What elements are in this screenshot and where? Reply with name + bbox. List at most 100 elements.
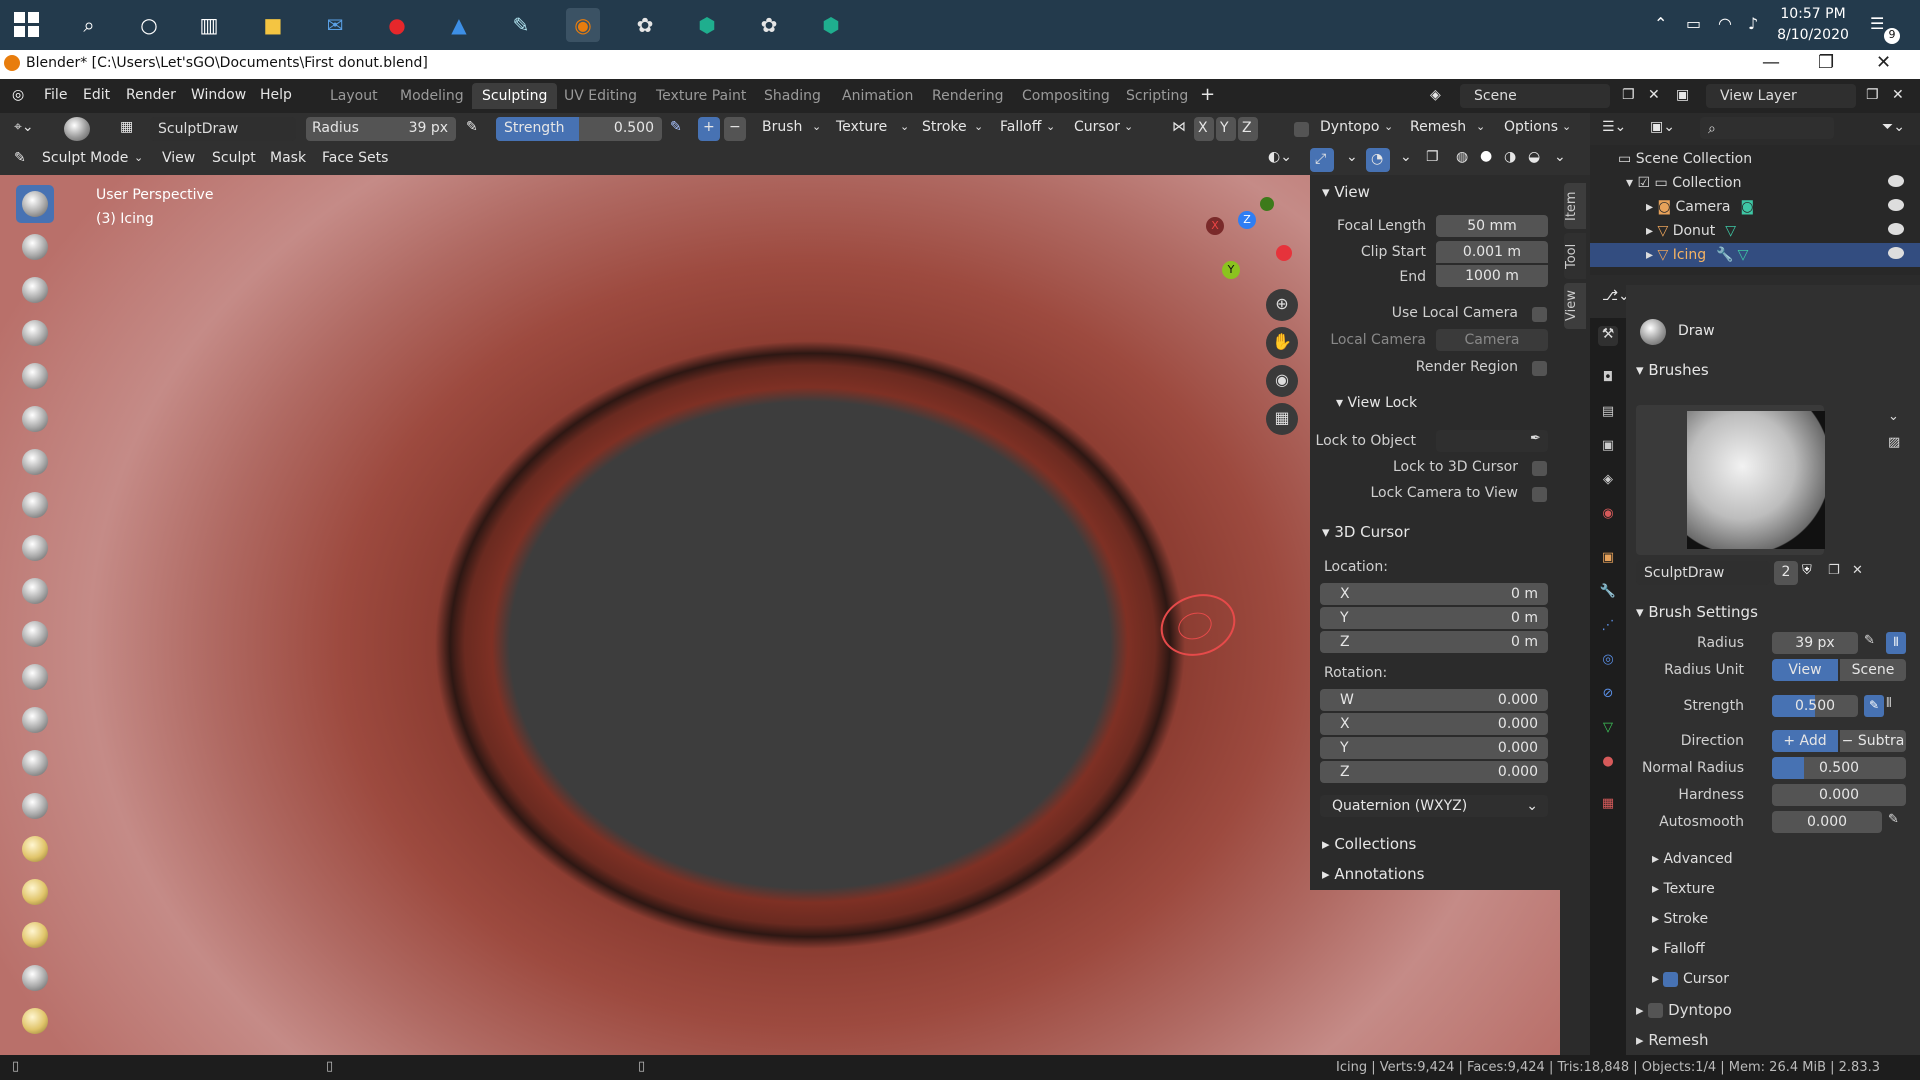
mirror-y-toggle[interactable]: Y	[1216, 117, 1236, 141]
render-tab-icon[interactable]: ◘	[1598, 370, 1618, 390]
menu-render[interactable]: Render	[126, 87, 176, 103]
mode-selector[interactable]: Sculpt Mode	[42, 150, 128, 166]
eye-icon[interactable]	[1888, 247, 1904, 259]
layer-tool[interactable]	[16, 400, 54, 438]
pan-hand-icon[interactable]: ✋	[1266, 327, 1298, 359]
clay-tool[interactable]	[16, 271, 54, 309]
menu-view[interactable]: View	[162, 150, 195, 166]
outliner-icing[interactable]: ▸ ▽ Icing 🔧 ▽	[1590, 243, 1920, 267]
cursor-location-x[interactable]: X 0 m	[1320, 583, 1548, 605]
chevron-down-icon[interactable]: ⌄	[1888, 409, 1899, 424]
remesh-menu[interactable]: Remesh	[1410, 119, 1466, 135]
outliner-collection[interactable]: ▾ ☑ ▭ Collection	[1590, 171, 1920, 195]
scene-tab-icon[interactable]: ◈	[1598, 472, 1618, 492]
tab-rendering[interactable]: Rendering	[922, 83, 1014, 109]
mirror-x-toggle[interactable]: X	[1194, 117, 1214, 141]
view-panel-header[interactable]: ▾ View	[1322, 183, 1370, 201]
tab-item[interactable]: Item	[1564, 183, 1586, 229]
scene-field[interactable]: Scene	[1460, 84, 1610, 108]
strength-pressure-icon[interactable]: ✎	[1864, 695, 1884, 717]
solid-shading-icon[interactable]: ●	[1480, 148, 1492, 164]
tab-shading[interactable]: Shading	[754, 83, 831, 109]
constraints-tab-icon[interactable]: ⊘	[1598, 686, 1618, 706]
stroke-subpanel[interactable]: ▸ Stroke	[1652, 911, 1708, 927]
particles-tab-icon[interactable]: ⋰	[1598, 618, 1618, 638]
radius-unit-scene-button[interactable]: Scene	[1840, 659, 1906, 681]
texture-subpanel[interactable]: ▸ Texture	[1652, 881, 1715, 897]
file-explorer-icon[interactable]: ■	[256, 8, 290, 42]
tab-tool[interactable]: Tool	[1564, 233, 1586, 279]
tab-uv-editing[interactable]: UV Editing	[554, 83, 647, 109]
pressure-icon[interactable]: ✎	[466, 119, 478, 135]
view-layer-field[interactable]: View Layer	[1706, 84, 1856, 108]
opera-icon[interactable]: ●	[380, 8, 414, 42]
new-scene-icon[interactable]: ❐	[1622, 87, 1635, 103]
tab-layout[interactable]: Layout	[320, 83, 388, 109]
crease-tool[interactable]	[16, 529, 54, 567]
dyntopo-panel[interactable]: ▸ Dyntopo	[1636, 1001, 1732, 1019]
cursor-location-y[interactable]: Y 0 m	[1320, 607, 1548, 629]
cursor-checkbox[interactable]	[1663, 971, 1679, 987]
camera-view-icon[interactable]: ◉	[1266, 365, 1298, 397]
grab-tool[interactable]	[16, 830, 54, 868]
tab-compositing[interactable]: Compositing	[1012, 83, 1120, 109]
pressure-icon[interactable]: ✎	[1864, 633, 1875, 648]
brushes-panel-header[interactable]: ▾ Brushes	[1636, 361, 1709, 379]
overlays-toggle-icon[interactable]: ◔	[1366, 148, 1390, 172]
world-tab-icon[interactable]: ◉	[1598, 506, 1618, 526]
dyntopo-checkbox[interactable]	[1648, 1003, 1664, 1018]
texture-menu[interactable]: Texture	[836, 119, 887, 135]
brush-browse-icon[interactable]: ▦	[120, 119, 133, 135]
draw-tool[interactable]	[16, 185, 54, 223]
duplicate-icon[interactable]: ❐	[1828, 563, 1840, 578]
radius-unit-icon[interactable]: ⦀	[1886, 632, 1906, 654]
gizmo-y-axis[interactable]: Y	[1222, 261, 1240, 279]
remesh-panel[interactable]: ▸ Remesh	[1636, 1031, 1708, 1049]
eye-icon[interactable]	[1888, 199, 1904, 211]
tab-scripting[interactable]: Scripting	[1116, 83, 1198, 109]
cursor-rotation-y[interactable]: Y 0.000	[1320, 737, 1548, 759]
annotations-panel-header[interactable]: ▸ Annotations	[1322, 865, 1424, 883]
volume-icon[interactable]: ♪	[1748, 14, 1758, 33]
minimize-button[interactable]: —	[1762, 52, 1780, 73]
pose-tool[interactable]	[16, 1002, 54, 1040]
material-shading-icon[interactable]: ◑	[1504, 149, 1516, 165]
falloff-menu[interactable]: Falloff	[1000, 119, 1041, 135]
brush-preview-box[interactable]	[1636, 405, 1825, 555]
draw-sharp-tool[interactable]	[16, 228, 54, 266]
cortana-icon[interactable]: ○	[132, 8, 166, 42]
cursor-subpanel[interactable]: ▸ Cursor	[1652, 971, 1729, 987]
eyedropper-icon[interactable]: ✒	[1530, 431, 1541, 446]
remove-scene-icon[interactable]: ✕	[1648, 87, 1660, 103]
data-tab-icon[interactable]: ▽	[1598, 720, 1618, 740]
outliner-scene-collection[interactable]: ▭ Scene Collection	[1590, 147, 1920, 171]
app-icon[interactable]: ✿	[752, 8, 786, 42]
strength-slider[interactable]: Strength 0.500	[496, 117, 662, 141]
view-lock-header[interactable]: ▾ View Lock	[1336, 395, 1417, 411]
menu-file[interactable]: File	[44, 87, 67, 103]
chevron-down-icon[interactable]: ⌄	[1400, 149, 1412, 165]
menu-help[interactable]: Help	[260, 87, 292, 103]
hardness-field[interactable]: 0.000	[1772, 784, 1906, 806]
chevron-down-icon[interactable]: ⌄	[1346, 149, 1358, 165]
multiplane-scrape-tool[interactable]	[16, 744, 54, 782]
gizmo-toggle-icon[interactable]: ⤢	[1310, 148, 1334, 172]
menu-sculpt[interactable]: Sculpt	[212, 150, 256, 166]
eye-icon[interactable]	[1888, 175, 1904, 187]
blob-tool[interactable]	[16, 486, 54, 524]
view-layer-tab-icon[interactable]: ▣	[1598, 438, 1618, 458]
brush-name-field[interactable]: SculptDraw	[150, 117, 296, 141]
cursor-rotation-w[interactable]: W 0.000	[1320, 689, 1548, 711]
clock[interactable]: 10:57 PM 8/10/2020	[1768, 4, 1858, 46]
gizmo-z-axis[interactable]: Z	[1238, 211, 1256, 229]
scrape-tool[interactable]	[16, 701, 54, 739]
view-layer-icon[interactable]: ▣	[1676, 87, 1689, 103]
xray-toggle-icon[interactable]: ❐	[1426, 149, 1439, 165]
output-tab-icon[interactable]: ▤	[1598, 404, 1618, 424]
battery-icon[interactable]: ▭	[1686, 14, 1701, 33]
unlink-icon[interactable]: ✕	[1852, 563, 1863, 578]
dyntopo-checkbox[interactable]	[1294, 122, 1309, 137]
strength-field[interactable]: 0.500	[1772, 695, 1858, 717]
cursor-location-z[interactable]: Z 0 m	[1320, 631, 1548, 653]
brush-preview-icon[interactable]	[64, 117, 90, 141]
